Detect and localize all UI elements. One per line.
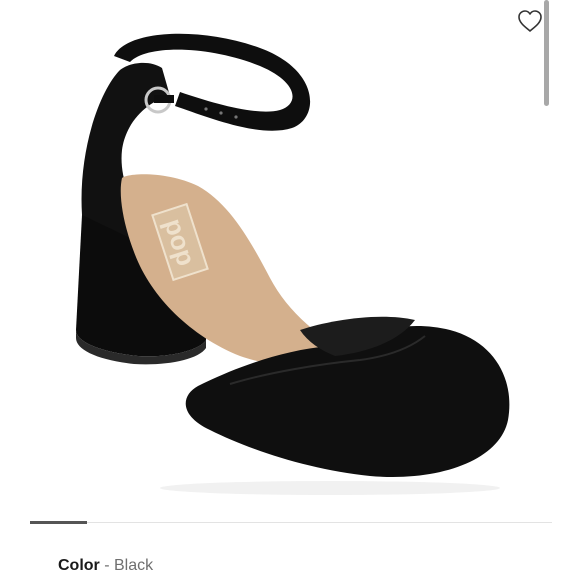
strap-hole	[234, 115, 238, 119]
color-separator: -	[99, 557, 114, 574]
product-image[interactable]: pop	[30, 0, 550, 515]
shoe-illustration: pop	[76, 33, 510, 495]
strap-hole	[219, 111, 223, 115]
image-carousel-track	[30, 522, 552, 523]
scrollbar-thumb[interactable]	[544, 0, 549, 106]
image-carousel-indicator[interactable]	[30, 521, 87, 524]
color-label: Color	[58, 557, 100, 574]
strap-hole	[204, 107, 208, 111]
wishlist-button[interactable]	[516, 8, 544, 34]
product-page: pop Color - Black	[0, 0, 580, 580]
color-value: Black	[114, 557, 154, 574]
heart-outline-icon	[518, 10, 542, 32]
ground-shadow	[160, 481, 500, 495]
color-selection-info: Color - Black	[58, 556, 153, 576]
